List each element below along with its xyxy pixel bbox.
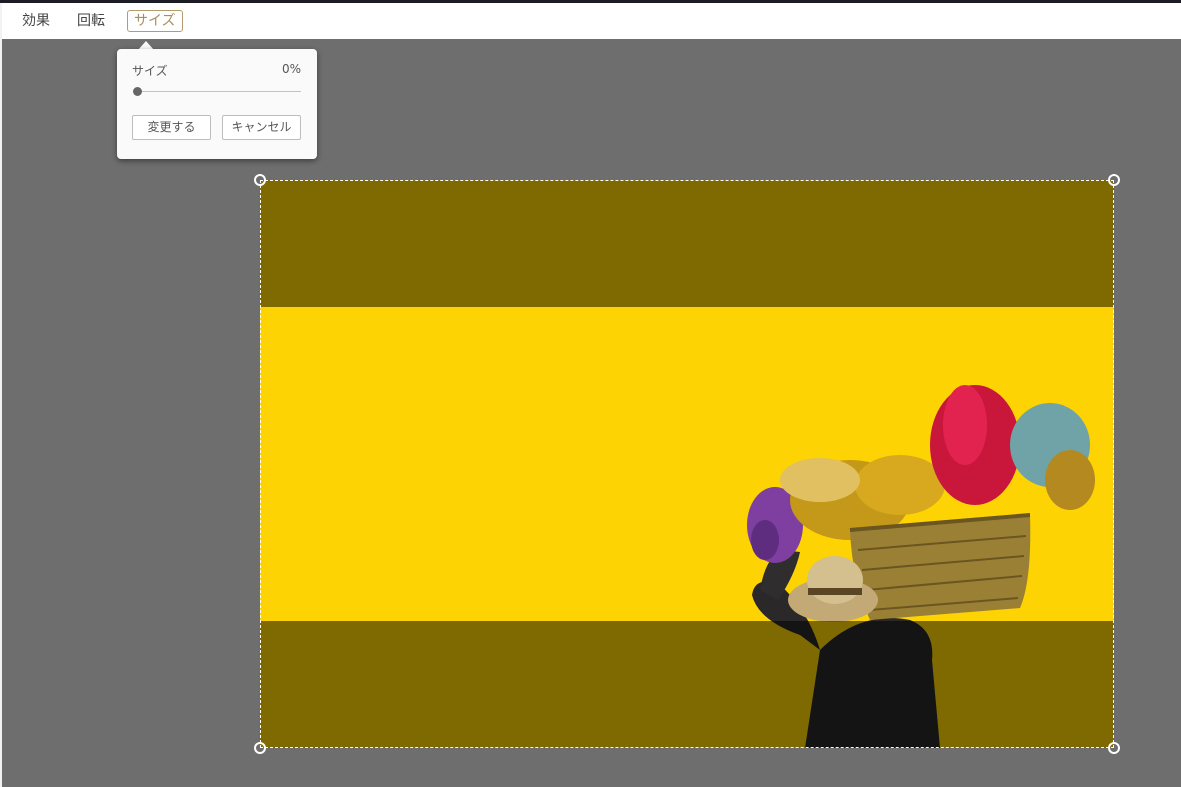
- cancel-button[interactable]: キャンセル: [222, 115, 301, 140]
- crop-corner-handle-icon[interactable]: [1108, 742, 1120, 754]
- crop-corner-handle-icon[interactable]: [254, 174, 266, 186]
- tool-effects[interactable]: 効果: [16, 10, 56, 32]
- size-popover: サイズ 0% 変更する キャンセル: [117, 49, 317, 159]
- crop-corner-handle-icon[interactable]: [254, 742, 266, 754]
- tool-size[interactable]: サイズ: [127, 10, 183, 32]
- window-left-border: [0, 3, 2, 787]
- apply-button[interactable]: 変更する: [132, 115, 211, 140]
- crop-mask-bottom: [260, 621, 1114, 748]
- size-label: サイズ: [132, 64, 168, 78]
- editor-toolbar: 効果 回転 サイズ: [2, 3, 1181, 39]
- size-value: 0%: [281, 62, 301, 76]
- photo-canvas[interactable]: [260, 180, 1114, 748]
- size-slider[interactable]: [137, 91, 301, 92]
- crop-corner-handle-icon[interactable]: [1108, 174, 1120, 186]
- tool-rotate[interactable]: 回転: [71, 10, 111, 32]
- size-slider-handle[interactable]: [133, 87, 142, 96]
- crop-mask-top: [260, 180, 1114, 307]
